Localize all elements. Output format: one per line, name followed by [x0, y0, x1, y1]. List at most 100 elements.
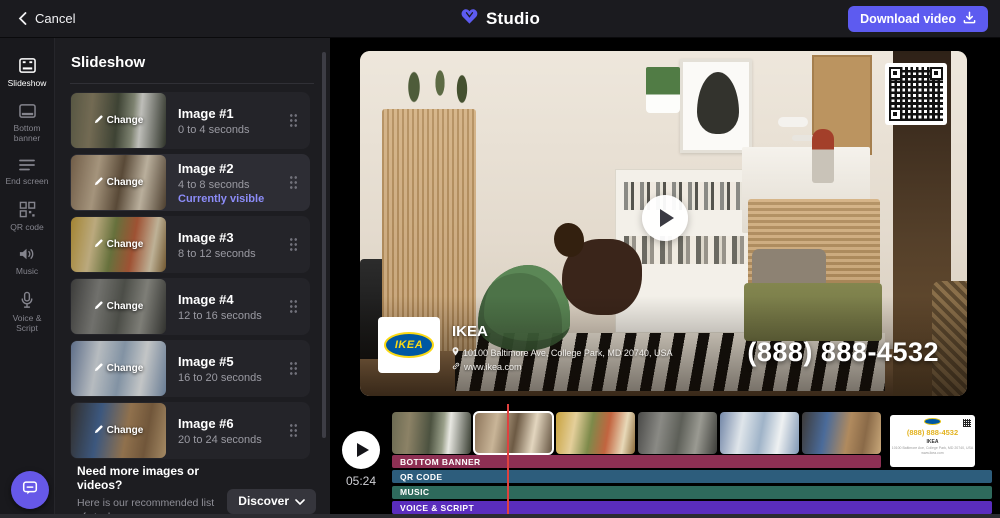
slide-row-5[interactable]: Change Image #5 16 to 20 seconds — [70, 340, 310, 397]
drag-handle-icon[interactable] — [289, 299, 298, 314]
brand: Studio — [460, 0, 540, 38]
footer-text: Need more images or videos? Here is our … — [77, 464, 219, 518]
address-text: 10100 Baltimore Ave, College Park, MD 20… — [463, 348, 672, 358]
business-logo-card: IKEA — [378, 317, 440, 373]
scene-lamp — [778, 117, 808, 127]
sidebar-item-voice-script[interactable]: Voice & Script — [0, 284, 54, 341]
ikea-logo: IKEA — [384, 332, 434, 358]
slide-row-6[interactable]: Change Image #6 20 to 24 seconds — [70, 402, 310, 459]
drag-handle-icon[interactable] — [289, 175, 298, 190]
slide-row-1[interactable]: Change Image #1 0 to 4 seconds — [70, 92, 310, 149]
panel-scrollbar[interactable] — [322, 52, 326, 438]
slide-meta: Image #3 8 to 12 seconds — [166, 230, 289, 260]
main-stage: IKEA IKEA 10100 Baltimore Ave, College P… — [330, 38, 1000, 518]
timeline-playhead[interactable] — [507, 404, 509, 516]
track-bottom-banner[interactable]: BOTTOM BANNER — [392, 455, 881, 468]
business-address: 10100 Baltimore Ave, College Park, MD 20… — [452, 347, 672, 358]
music-icon — [18, 246, 36, 262]
sidebar-item-label: Slideshow — [8, 78, 47, 89]
microphone-icon — [20, 291, 34, 309]
drag-handle-icon[interactable] — [289, 113, 298, 128]
sidebar-rail: Slideshow Bottom banner End screen QR co… — [0, 38, 55, 518]
sidebar-item-slideshow[interactable]: Slideshow — [0, 50, 54, 96]
slide-time: 20 to 24 seconds — [178, 434, 289, 446]
track-music[interactable]: MUSIC — [392, 486, 992, 499]
download-video-button[interactable]: Download video — [848, 6, 988, 32]
change-button[interactable]: Change — [71, 155, 166, 210]
discover-button[interactable]: Discover — [227, 489, 316, 514]
panel-title: Slideshow — [55, 38, 330, 83]
end-screen-icon — [18, 158, 36, 172]
slide-thumbnail: Change — [71, 93, 166, 148]
track-qr-code[interactable]: QR CODE — [392, 470, 992, 483]
pencil-icon — [94, 239, 103, 251]
timeline-current-time: 05:24 — [342, 474, 380, 488]
sidebar-item-bottom-banner[interactable]: Bottom banner — [0, 96, 54, 151]
sidebar-item-label: Music — [16, 266, 38, 277]
play-icon — [357, 443, 369, 457]
scene-person — [812, 129, 834, 183]
slide-time: 4 to 8 seconds — [178, 179, 289, 191]
chat-bubble-icon — [21, 479, 39, 502]
qr-pattern — [889, 67, 943, 121]
change-button[interactable]: Change — [71, 93, 166, 148]
bottom-edge-strip — [0, 514, 1000, 518]
slide-meta: Image #4 12 to 16 seconds — [166, 292, 289, 322]
sidebar-item-music[interactable]: Music — [0, 239, 54, 284]
timeline-thumb-1[interactable] — [392, 412, 471, 454]
slide-title: Image #2 — [178, 161, 289, 176]
cancel-button[interactable]: Cancel — [18, 11, 75, 26]
business-website: www.ikea.com — [452, 362, 522, 372]
track-label: VOICE & SCRIPT — [400, 503, 474, 513]
sidebar-item-label: End screen — [6, 176, 49, 187]
studio-logo-icon — [460, 7, 479, 31]
timeline-thumb-4[interactable] — [638, 412, 717, 454]
sidebar-item-label: Bottom banner — [2, 123, 52, 144]
track-voice-script[interactable]: VOICE & SCRIPT — [392, 501, 992, 514]
sidebar-item-label: Voice & Script — [2, 313, 52, 334]
bottom-banner-overlay[interactable]: IKEA IKEA 10100 Baltimore Ave, College P… — [360, 312, 967, 396]
cancel-label: Cancel — [35, 11, 75, 26]
drag-handle-icon[interactable] — [289, 361, 298, 376]
pencil-icon — [94, 115, 103, 127]
sidebar-item-qr-code[interactable]: QR code — [0, 194, 54, 240]
change-label: Change — [107, 177, 144, 188]
slide-meta: Image #6 20 to 24 seconds — [166, 416, 289, 446]
studio-app: Cancel Studio Download video Slideshow — [0, 0, 1000, 518]
slide-row-3[interactable]: Change Image #3 8 to 12 seconds — [70, 216, 310, 273]
change-label: Change — [107, 363, 144, 374]
chevron-left-icon — [18, 12, 27, 25]
slide-row-2[interactable]: Change Image #2 4 to 8 seconds Currently… — [70, 154, 310, 211]
drag-handle-icon[interactable] — [289, 237, 298, 252]
sidebar-item-label: QR code — [10, 222, 44, 233]
play-overlay-button[interactable] — [642, 195, 688, 241]
slide-title: Image #5 — [178, 354, 289, 369]
chevron-down-icon — [295, 494, 305, 508]
pencil-icon — [94, 363, 103, 375]
timeline-thumb-5[interactable] — [720, 412, 799, 454]
drag-handle-icon[interactable] — [289, 423, 298, 438]
change-button[interactable]: Change — [71, 279, 166, 334]
sidebar-item-end-screen[interactable]: End screen — [0, 151, 54, 194]
pencil-icon — [94, 177, 103, 189]
timeline-thumb-6[interactable] — [802, 412, 881, 454]
divider — [70, 83, 314, 84]
change-button[interactable]: Change — [71, 217, 166, 272]
timeline-thumb-3[interactable] — [556, 412, 635, 454]
website-text: www.ikea.com — [464, 362, 522, 372]
scene-books — [624, 236, 760, 264]
timeline-end-card[interactable]: (888) 888-4532 IKEA 10100 Baltimore Ave,… — [890, 415, 975, 467]
slide-time: 0 to 4 seconds — [178, 124, 289, 136]
timeline-thumb-2-selected[interactable] — [474, 412, 553, 454]
download-label: Download video — [860, 12, 956, 26]
change-button[interactable]: Change — [71, 341, 166, 396]
slide-row-4[interactable]: Change Image #4 12 to 16 seconds — [70, 278, 310, 335]
track-label: BOTTOM BANNER — [400, 457, 481, 467]
qr-code-overlay[interactable] — [885, 63, 947, 125]
timeline-play-button[interactable] — [342, 431, 380, 469]
video-preview[interactable]: IKEA IKEA 10100 Baltimore Ave, College P… — [360, 51, 967, 396]
footer-heading: Need more images or videos? — [77, 464, 219, 492]
end-card-logo — [924, 418, 941, 425]
change-button[interactable]: Change — [71, 403, 166, 458]
chat-fab-button[interactable] — [11, 471, 49, 509]
